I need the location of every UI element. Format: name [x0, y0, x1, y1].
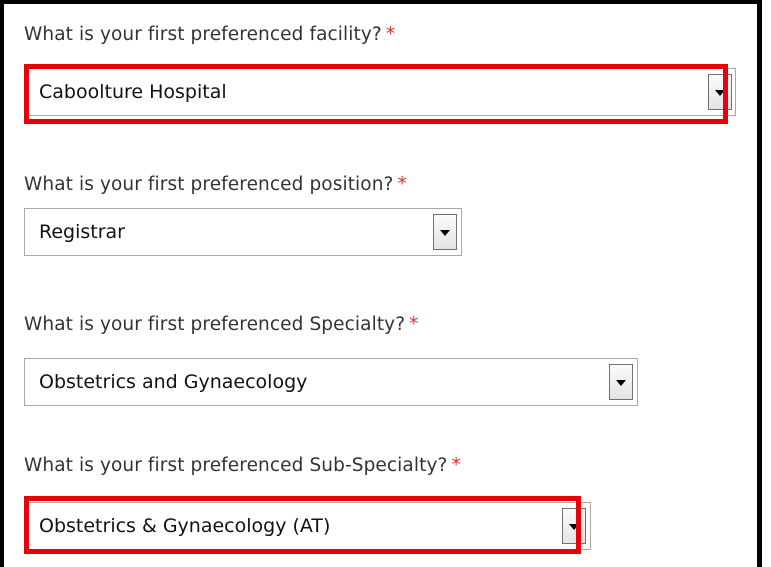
position-label: What is your first preferenced position?…	[24, 174, 407, 195]
specialty-label: What is your first preferenced Specialty…	[24, 314, 419, 335]
position-label-text: What is your first preferenced position?	[24, 174, 394, 195]
facility-highlight-box	[24, 64, 728, 124]
chevron-down-icon	[440, 230, 450, 236]
facility-label: What is your first preferenced facility?…	[24, 24, 395, 45]
sub-specialty-highlight-box	[24, 496, 581, 554]
position-select-value: Registrar	[39, 221, 125, 243]
specialty-label-text: What is your first preferenced Specialty…	[24, 314, 406, 335]
sub-specialty-label-text: What is your first preferenced Sub-Speci…	[24, 455, 448, 476]
position-dropdown-button[interactable]	[433, 214, 457, 250]
specialty-select-value: Obstetrics and Gynaecology	[39, 371, 308, 393]
required-marker: *	[451, 455, 461, 476]
position-select[interactable]: Registrar	[24, 208, 462, 256]
facility-label-text: What is your first preferenced facility?	[24, 24, 382, 45]
specialty-select[interactable]: Obstetrics and Gynaecology	[24, 358, 638, 406]
chevron-down-icon	[616, 380, 626, 386]
specialty-dropdown-button[interactable]	[609, 364, 633, 400]
required-marker: *	[385, 24, 396, 45]
required-marker: *	[409, 314, 419, 335]
sub-specialty-label: What is your first preferenced Sub-Speci…	[24, 455, 461, 476]
required-marker: *	[397, 174, 407, 195]
